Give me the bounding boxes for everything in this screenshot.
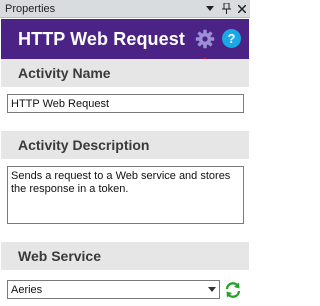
activity-header: HTTP Web Request ? <box>1 19 249 59</box>
panel-title: Properties <box>5 2 56 15</box>
web-service-selected: Aeries <box>11 283 43 296</box>
section-label: Web Service <box>18 248 102 264</box>
chevron-down-icon[interactable] <box>202 1 218 17</box>
web-service-select[interactable]: Aeries <box>7 280 220 299</box>
section-activity-description: Activity Description <box>1 131 249 159</box>
section-label: Activity Name <box>18 65 111 81</box>
panel-titlebar: Properties <box>0 0 250 18</box>
section-activity-name: Activity Name <box>1 59 249 87</box>
activity-name-field[interactable]: HTTP Web Request <box>7 94 244 113</box>
activity-description-field[interactable]: Sends a request to a Web service and sto… <box>7 166 244 224</box>
close-icon[interactable] <box>234 1 250 17</box>
section-web-service: Web Service <box>1 242 249 270</box>
gear-icon[interactable] <box>195 29 215 49</box>
section-label: Activity Description <box>18 137 150 153</box>
pin-icon[interactable] <box>218 1 234 17</box>
refresh-icon[interactable] <box>224 281 242 299</box>
chevron-down-icon[interactable] <box>205 281 219 298</box>
help-icon[interactable]: ? <box>222 29 241 48</box>
